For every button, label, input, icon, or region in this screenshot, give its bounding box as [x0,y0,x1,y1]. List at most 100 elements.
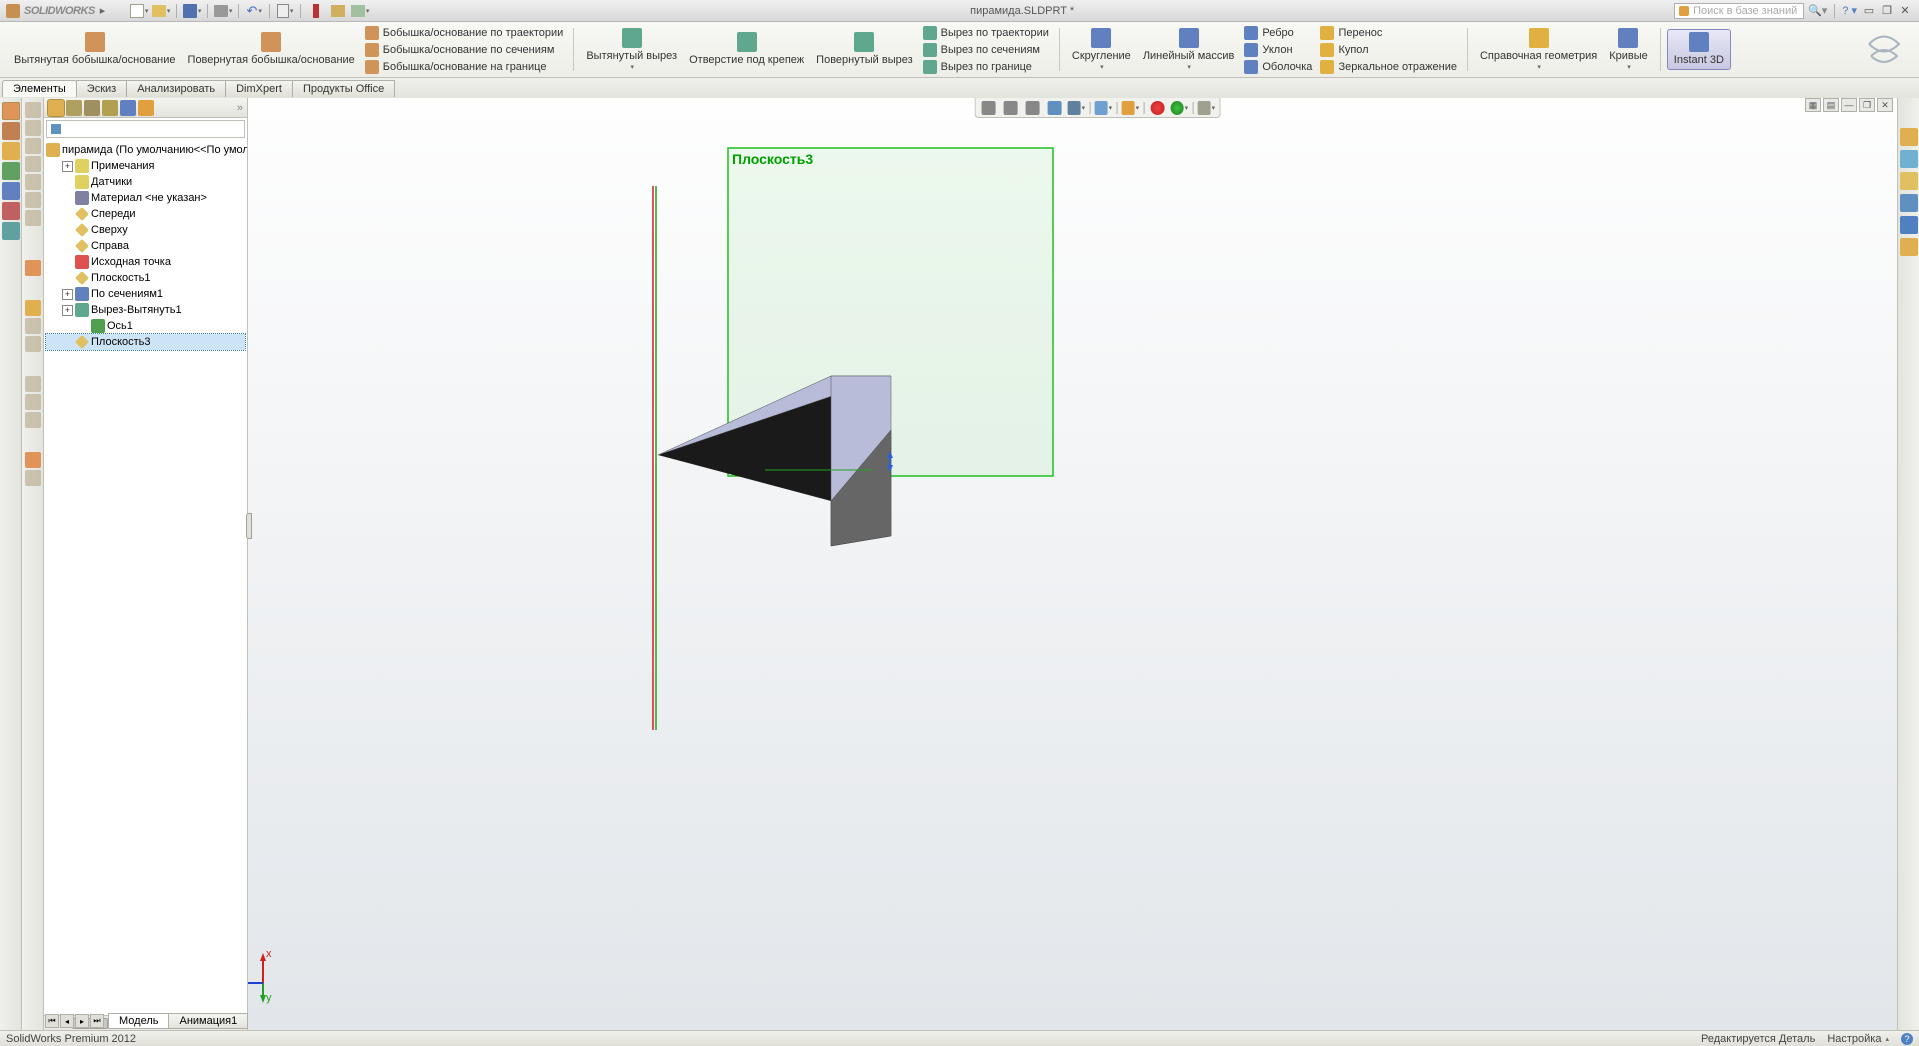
tree-loft1[interactable]: +По сечениям1 [46,286,245,302]
tab-office[interactable]: Продукты Office [292,80,395,97]
minimize-button[interactable]: ▭ [1861,4,1877,18]
search-input[interactable]: Поиск в базе знаний [1674,3,1804,19]
tool-icon[interactable] [2,162,20,180]
tree-sensors[interactable]: Датчики [46,174,245,190]
tab-nav-first[interactable]: ⏮ [45,1014,59,1028]
context-tool-icon[interactable] [25,174,41,190]
context-tool-icon[interactable] [25,412,41,428]
extruded-cut-button[interactable]: Вытянутый вырез ▾ [580,26,683,74]
ref-geometry-button[interactable]: Справочная геометрия ▾ [1474,26,1603,74]
tool-icon[interactable] [2,202,20,220]
context-tool-icon[interactable] [25,260,41,276]
3d-viewport[interactable]: ▾ ▾ ▾ ▾ ▾ ▦ ▤ — ❐ ✕ [248,98,1897,1030]
tool-icon[interactable] [2,142,20,160]
swept-boss-button[interactable]: Бобышка/основание по траектории [361,25,568,41]
context-tool-icon[interactable] [25,192,41,208]
undo-button[interactable]: ↶▾ [244,2,264,20]
context-tool-icon[interactable] [25,300,41,316]
file-explorer-tab-icon[interactable] [1900,172,1918,190]
feature-manager-tab-icon[interactable] [48,100,64,116]
draft-button[interactable]: Уклон [1240,42,1316,58]
swept-cut-button[interactable]: Вырез по траектории [919,25,1053,41]
view-triad[interactable]: x y z [248,945,293,1005]
select-button[interactable]: ▾ [275,2,295,20]
search-icon[interactable]: 🔍▾ [1808,4,1827,17]
rib-button[interactable]: Ребро [1240,25,1316,41]
boundary-boss-button[interactable]: Бобышка/основание на границе [361,59,568,75]
save-button[interactable]: ▾ [182,2,202,20]
configuration-manager-tab-icon[interactable] [84,100,100,116]
tree-root[interactable]: пирамида (По умолчанию<<По умол [46,142,245,158]
curves-button[interactable]: Кривые ▾ [1603,26,1654,74]
tree-plane1[interactable]: Плоскость1 [46,270,245,286]
tool-icon[interactable] [2,222,20,240]
shell-button[interactable]: Оболочка [1240,59,1316,75]
close-button[interactable]: ✕ [1897,4,1913,18]
custom-props-tab-icon[interactable] [1900,238,1918,256]
context-tool-icon[interactable] [25,452,41,468]
tree-expand-icon[interactable]: » [237,102,243,114]
tab-dimxpert[interactable]: DimXpert [225,80,293,97]
lofted-boss-button[interactable]: Бобышка/основание по сечениям [361,42,568,58]
rebuild-button[interactable] [306,2,326,20]
status-settings[interactable]: Настройка▴ [1827,1033,1889,1045]
resources-tab-icon[interactable] [1900,128,1918,146]
tree-top-plane[interactable]: Сверху [46,222,245,238]
dome-button[interactable]: Купол [1316,42,1461,58]
context-tool-icon[interactable] [25,394,41,410]
context-tool-icon[interactable] [25,102,41,118]
dimxpert-manager-tab-icon[interactable] [102,100,118,116]
tab-nav-next[interactable]: ▸ [75,1014,89,1028]
context-tool-icon[interactable] [25,470,41,486]
screen-capture-button[interactable]: ▾ [350,2,370,20]
open-file-button[interactable]: ▾ [151,2,171,20]
revolved-cut-button[interactable]: Повернутый вырез [810,30,919,68]
sketch-tool-icon[interactable] [2,102,20,120]
lofted-cut-button[interactable]: Вырез по сечениям [919,42,1053,58]
tree-front-plane[interactable]: Спереди [46,206,245,222]
context-tool-icon[interactable] [25,336,41,352]
context-tool-icon[interactable] [25,138,41,154]
status-help-icon[interactable]: ? [1901,1033,1913,1045]
revolved-boss-button[interactable]: Повернутая бобышка/основание [182,30,361,68]
context-tool-icon[interactable] [25,318,41,334]
property-manager-tab-icon[interactable] [66,100,82,116]
appearances-tab-icon[interactable] [1900,216,1918,234]
design-library-tab-icon[interactable] [1900,150,1918,168]
print-button[interactable]: ▾ [213,2,233,20]
tree-material[interactable]: Материал <не указан> [46,190,245,206]
tab-nav-last[interactable]: ⏭ [90,1014,104,1028]
new-file-button[interactable]: ▾ [129,2,149,20]
tree-right-plane[interactable]: Справа [46,238,245,254]
app-menu-arrow[interactable]: ▶ [100,7,105,15]
tab-nav-prev[interactable]: ◂ [60,1014,74,1028]
extruded-boss-button[interactable]: Вытянутая бобышка/основание [8,30,182,68]
context-tool-icon[interactable] [25,210,41,226]
tree-annotations[interactable]: +Примечания [46,158,245,174]
instant-3d-button[interactable]: Instant 3D [1667,29,1731,69]
boundary-cut-button[interactable]: Вырез по границе [919,59,1053,75]
view-palette-tab-icon[interactable] [1900,194,1918,212]
context-tool-icon[interactable] [25,376,41,392]
tree-origin[interactable]: Исходная точка [46,254,245,270]
linear-pattern-button[interactable]: Линейный массив ▾ [1137,26,1241,74]
context-tool-icon[interactable] [25,120,41,136]
tab-features[interactable]: Элементы [2,80,77,97]
wrap-button[interactable]: Перенос [1316,25,1461,41]
bottom-tab-animation[interactable]: Анимация1 [168,1013,248,1029]
bottom-tab-model[interactable]: Модель [108,1013,169,1029]
maximize-button[interactable]: ❐ [1879,4,1895,18]
context-tool-icon[interactable] [25,156,41,172]
mirror-button[interactable]: Зеркальное отражение [1316,59,1461,75]
options-button[interactable] [328,2,348,20]
fillet-button[interactable]: Скругление ▾ [1066,26,1137,74]
panel-splitter[interactable] [246,513,252,539]
tab-analyze[interactable]: Анализировать [126,80,226,97]
tree-plane3[interactable]: Плоскость3 [46,334,245,350]
render-tab-icon[interactable] [138,100,154,116]
tree-axis1[interactable]: Ось1 [46,318,245,334]
tab-sketch[interactable]: Эскиз [76,80,127,97]
tool-icon[interactable] [2,182,20,200]
hole-wizard-button[interactable]: Отверстие под крепеж [683,30,810,68]
tree-cut-extrude1[interactable]: +Вырез-Вытянуть1 [46,302,245,318]
